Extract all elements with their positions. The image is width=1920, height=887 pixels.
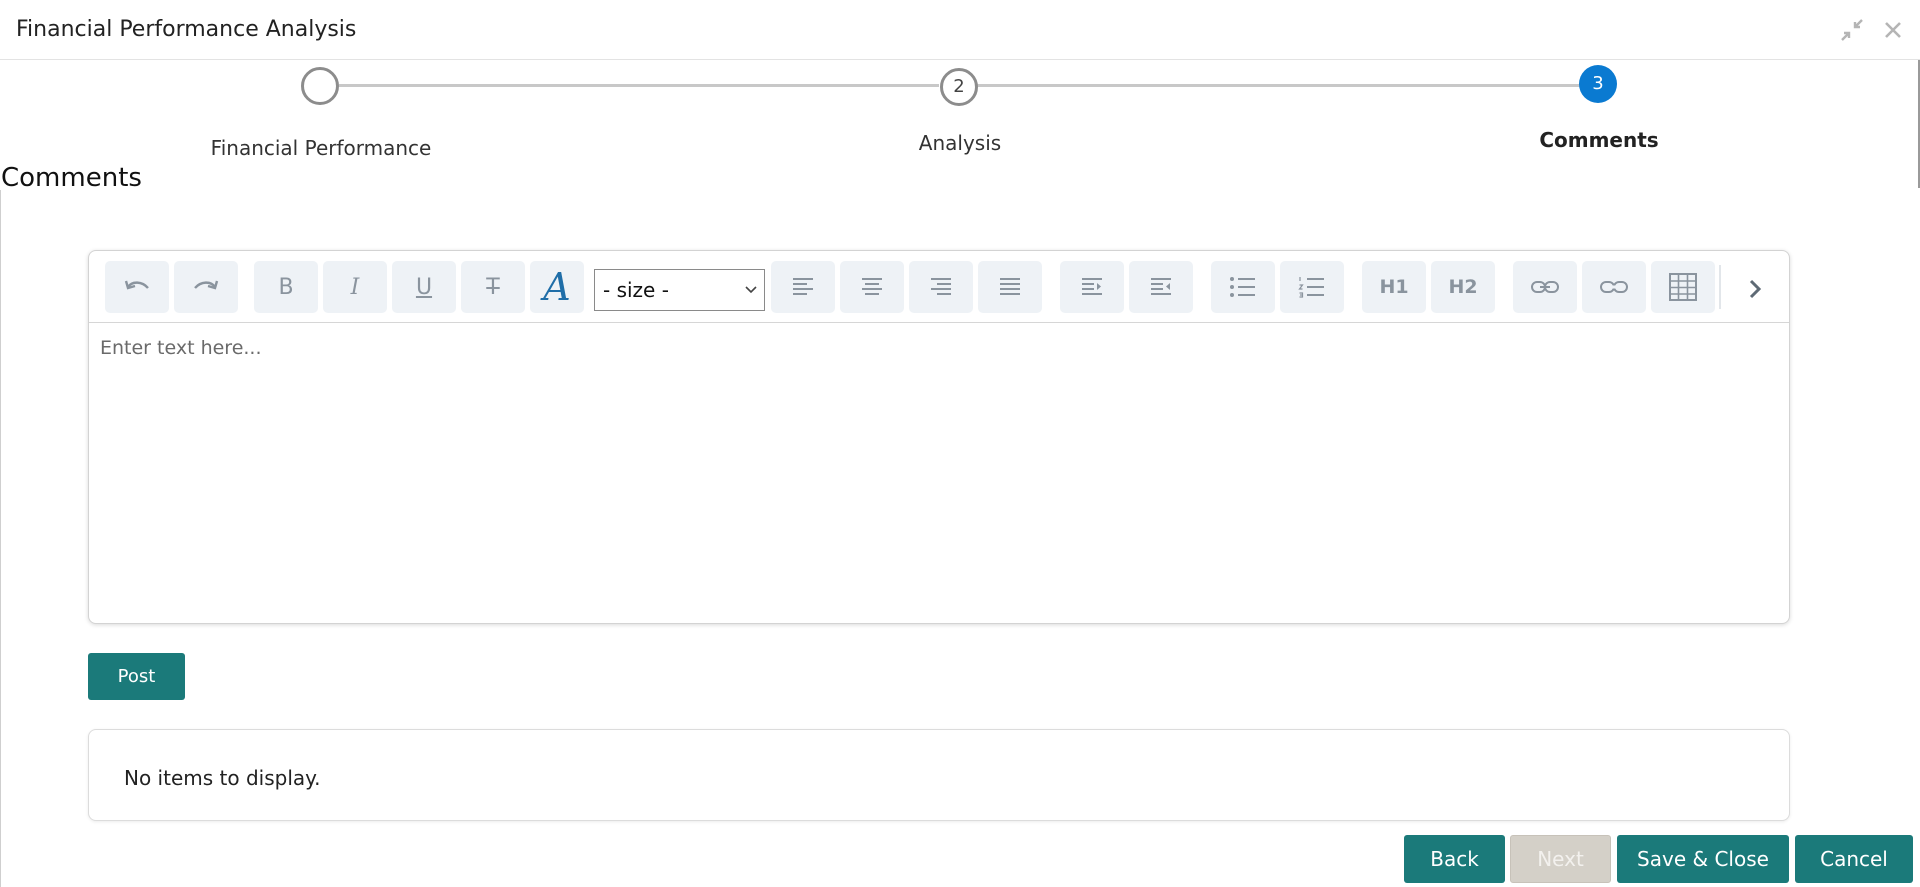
rich-text-editor: B I U T A - size - H1 H2 Enter text here… — [88, 250, 1790, 624]
strikethrough-icon: T — [486, 274, 500, 300]
empty-list-message: No items to display. — [124, 766, 321, 790]
underline-icon: U — [415, 274, 433, 300]
heading-2-icon: H2 — [1448, 276, 1478, 298]
back-button[interactable]: Back — [1404, 835, 1505, 883]
stepper-connector — [977, 84, 1581, 87]
chevron-right-icon[interactable] — [1735, 269, 1775, 309]
align-right-icon[interactable] — [909, 261, 973, 313]
italic-icon: I — [350, 274, 360, 300]
save-close-button[interactable]: Save & Close — [1617, 835, 1789, 883]
bold-icon: B — [278, 274, 294, 300]
bulleted-list-icon[interactable] — [1211, 261, 1275, 313]
close-icon[interactable] — [1881, 18, 1905, 46]
collapse-arrows-icon[interactable] — [1838, 16, 1866, 48]
step-2-label[interactable]: Analysis — [919, 131, 1001, 155]
comments-list: No items to display. — [88, 729, 1790, 821]
font-color-icon: A — [543, 265, 571, 309]
align-center-icon[interactable] — [840, 261, 904, 313]
indent-icon[interactable] — [1060, 261, 1124, 313]
heading-2-button[interactable]: H2 — [1431, 261, 1495, 313]
panel-left-border — [0, 190, 1, 887]
dialog-header: Financial Performance Analysis — [0, 0, 1920, 60]
bold-button[interactable]: B — [254, 261, 318, 313]
window-title: Financial Performance Analysis — [16, 17, 357, 42]
step-2-circle[interactable]: 2 — [940, 68, 978, 106]
step-1-label[interactable]: Financial Performance — [211, 136, 432, 160]
underline-button[interactable]: U — [392, 261, 456, 313]
align-left-icon[interactable] — [771, 261, 835, 313]
heading-1-icon: H1 — [1379, 276, 1409, 298]
redo-icon[interactable] — [174, 261, 238, 313]
table-icon[interactable] — [1651, 261, 1715, 313]
undo-icon[interactable] — [105, 261, 169, 313]
editor-toolbar: B I U T A - size - H1 H2 — [89, 251, 1789, 323]
step-3-label[interactable]: Comments — [1539, 128, 1658, 152]
toolbar-divider — [1719, 265, 1721, 309]
font-size-value: - size - — [603, 278, 669, 302]
font-size-select[interactable]: - size - — [594, 269, 765, 311]
numbered-list-icon[interactable] — [1280, 261, 1344, 313]
step-3-circle[interactable]: 3 — [1579, 65, 1617, 103]
heading-1-button[interactable]: H1 — [1362, 261, 1426, 313]
next-button[interactable]: Next — [1510, 835, 1611, 883]
section-title: Comments — [1, 163, 142, 193]
strikethrough-button[interactable]: T — [461, 261, 525, 313]
italic-button[interactable]: I — [323, 261, 387, 313]
step-1-circle[interactable] — [301, 67, 339, 105]
editor-placeholder: Enter text here... — [100, 337, 262, 359]
post-button[interactable]: Post — [88, 653, 185, 700]
unlink-icon[interactable] — [1582, 261, 1646, 313]
comment-text-area[interactable]: Enter text here... — [89, 323, 1789, 623]
stepper-connector — [339, 84, 939, 87]
chevron-down-icon — [745, 286, 757, 294]
cancel-button[interactable]: Cancel — [1795, 835, 1913, 883]
font-color-button[interactable]: A — [530, 261, 584, 313]
outdent-icon[interactable] — [1129, 261, 1193, 313]
align-justify-icon[interactable] — [978, 261, 1042, 313]
link-icon[interactable] — [1513, 261, 1577, 313]
